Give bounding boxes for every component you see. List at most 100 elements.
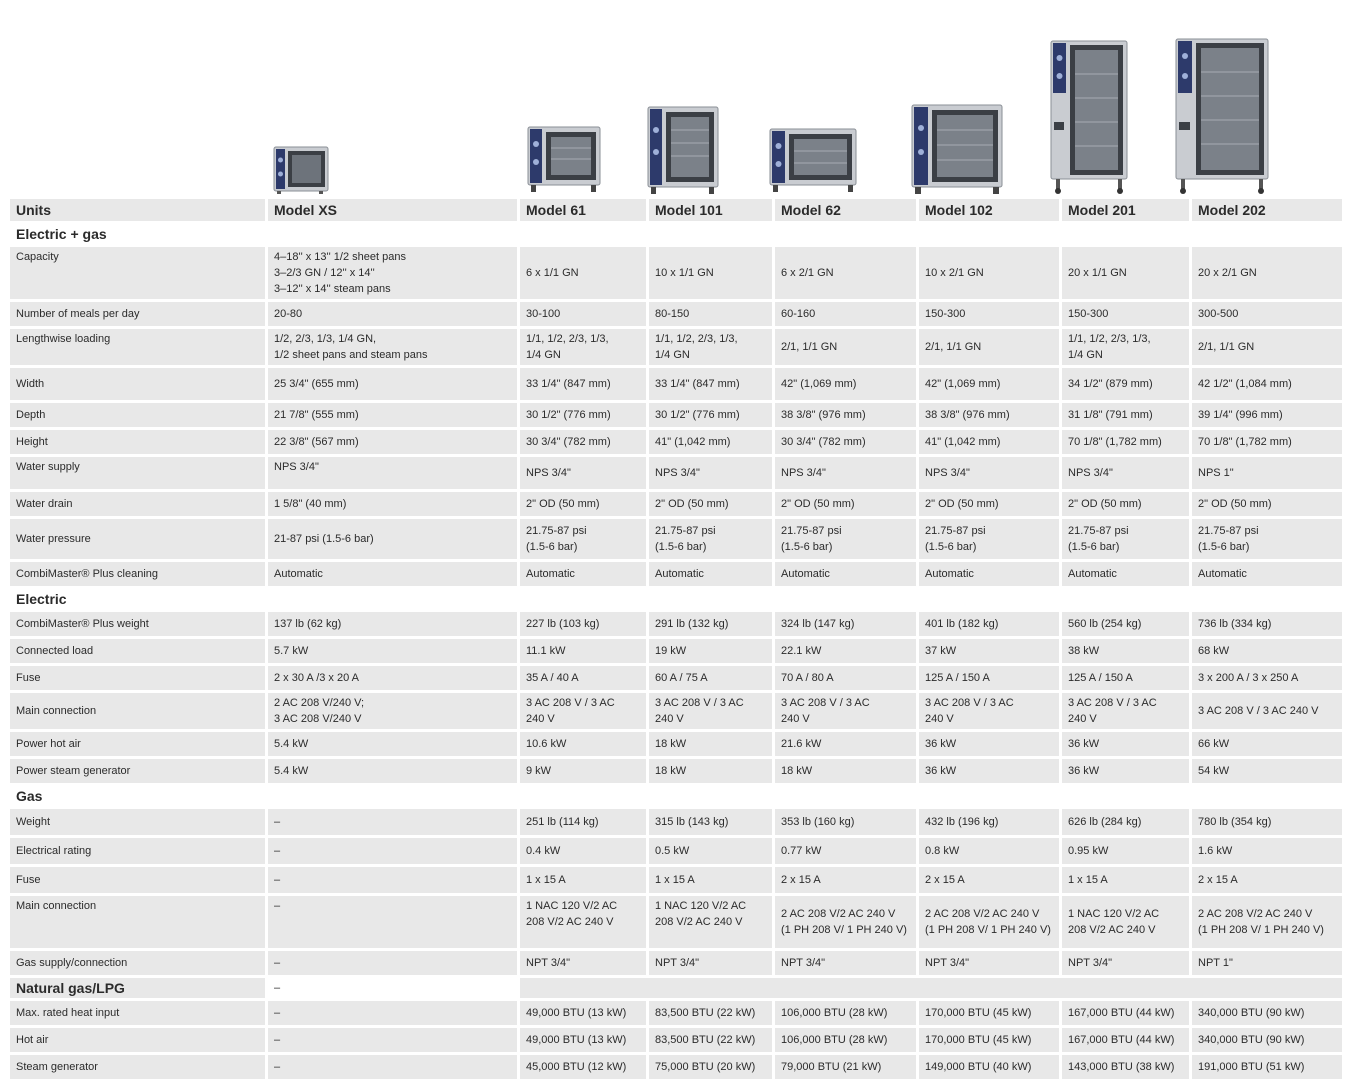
spec-value: 0.77 kW: [775, 838, 916, 864]
spec-value: 2 AC 208 V/2 AC 240 V (1 PH 208 V/ 1 PH …: [775, 896, 916, 948]
spec-value: 36 kW: [919, 732, 1059, 756]
spec-value: 33 1/4" (847 mm): [520, 368, 646, 400]
section-title: Electric + gas: [10, 224, 1342, 244]
spec-value: 5.4 kW: [268, 732, 517, 756]
spec-label: Power steam generator: [10, 759, 265, 783]
specification-table: Units Model XS Model 61 Model 101 Model 62 Mo…: [7, 196, 1345, 1082]
spec-value: 36 kW: [919, 759, 1059, 783]
spec-value: 70 1/8" (1,782 mm): [1192, 430, 1342, 454]
spec-value: 150-300: [1062, 302, 1189, 326]
spec-value: 1 5/8" (40 mm): [268, 492, 517, 516]
spec-value: 60 A / 75 A: [649, 666, 772, 690]
spec-value: NPS 3/4": [919, 457, 1059, 489]
model-header: Model 61: [520, 199, 646, 221]
spec-value: 170,000 BTU (45 kW): [919, 1001, 1059, 1025]
spec-value: 39 1/4" (996 mm): [1192, 403, 1342, 427]
spec-value: –: [268, 867, 517, 893]
spec-label: CombiMaster® Plus weight: [10, 612, 265, 636]
spec-value: 70 A / 80 A: [775, 666, 916, 690]
spec-value: 2 x 30 A /3 x 20 A: [268, 666, 517, 690]
spec-row: Weight –251 lb (114 kg) 315 lb (143 kg) 353…: [10, 809, 1342, 835]
spec-value: 401 lb (182 kg): [919, 612, 1059, 636]
spec-value: 35 A / 40 A: [520, 666, 646, 690]
spec-row: Capacity 4–18'' x 13'' 1/2 sheet pans 3–2…: [10, 247, 1342, 299]
spec-label: Connected load: [10, 639, 265, 663]
spec-value: 2/1, 1/1 GN: [919, 329, 1059, 365]
spec-value: 149,000 BTU (40 kW): [919, 1055, 1059, 1079]
spec-row: Electrical rating –0.4 kW 0.5 kW 0.77 kW 0.8…: [10, 838, 1342, 864]
spec-label: Capacity: [10, 247, 265, 299]
model-header: Model 101: [649, 199, 772, 221]
spec-value: 10 x 1/1 GN: [649, 247, 772, 299]
section-title: Natural gas/LPG: [10, 978, 265, 998]
oven-xs-image: [273, 146, 329, 194]
spec-value: 42" (1,069 mm): [919, 368, 1059, 400]
spec-row: Fuse 2 x 30 A /3 x 20 A 35 A / 40 A 60 A / …: [10, 666, 1342, 690]
spec-row: CombiMaster® Plus weight 137 lb (62 kg) 22…: [10, 612, 1342, 636]
spec-label: Max. rated heat input: [10, 1001, 265, 1025]
spec-label: Weight: [10, 809, 265, 835]
spec-value: –: [268, 896, 517, 948]
spec-value: 191,000 BTU (51 kW): [1192, 1055, 1342, 1079]
spec-row: Width 25 3/4" (655 mm) 33 1/4" (847 mm) 33 …: [10, 368, 1342, 400]
spec-value: 10.6 kW: [520, 732, 646, 756]
spec-row: Height 22 3/8" (567 mm) 30 3/4" (782 mm) 41…: [10, 430, 1342, 454]
spec-value: –: [268, 838, 517, 864]
spec-row: Max. rated heat input –49,000 BTU (13 kW)…: [10, 1001, 1342, 1025]
spec-value: 70 1/8" (1,782 mm): [1062, 430, 1189, 454]
spec-label: Lengthwise loading: [10, 329, 265, 365]
spec-value: –: [268, 1028, 517, 1052]
spec-value: 41" (1,042 mm): [649, 430, 772, 454]
product-images: [0, 0, 1355, 194]
spec-value: 11.1 kW: [520, 639, 646, 663]
spec-value: 143,000 BTU (38 kW): [1062, 1055, 1189, 1079]
spec-row: Main connection 2 AC 208 V/240 V; 3 AC 20…: [10, 693, 1342, 729]
spec-label: Width: [10, 368, 265, 400]
spec-value: 324 lb (147 kg): [775, 612, 916, 636]
spec-label: Height: [10, 430, 265, 454]
spec-value: 4–18'' x 13'' 1/2 sheet pans 3–2/3 GN / …: [268, 247, 517, 299]
spec-value: 6 x 1/1 GN: [520, 247, 646, 299]
spec-value: 9 kW: [520, 759, 646, 783]
spec-label: Gas supply/connection: [10, 951, 265, 975]
spec-row: Main connection –1 NAC 120 V/2 AC 208 V/2…: [10, 896, 1342, 948]
spec-value: 21.75-87 psi (1.5-6 bar): [1192, 519, 1342, 559]
section-title: Gas: [10, 786, 1342, 806]
spec-value: 2/1, 1/1 GN: [775, 329, 916, 365]
spec-value: 3 AC 208 V / 3 AC 240 V: [775, 693, 916, 729]
spec-value: 21.75-87 psi (1.5-6 bar): [520, 519, 646, 559]
spec-value: 75,000 BTU (20 kW): [649, 1055, 772, 1079]
spec-row: Depth 21 7/8" (555 mm) 30 1/2" (776 mm) 30 …: [10, 403, 1342, 427]
spec-label: Depth: [10, 403, 265, 427]
spec-label: CombiMaster® Plus cleaning: [10, 562, 265, 586]
spec-value: NPT 3/4": [919, 951, 1059, 975]
spec-value: 1/1, 1/2, 2/3, 1/3, 1/4 GN: [520, 329, 646, 365]
spec-value: 37 kW: [919, 639, 1059, 663]
spec-value: 79,000 BTU (21 kW): [775, 1055, 916, 1079]
spec-value: 2" OD (50 mm): [1062, 492, 1189, 516]
spec-value: 0.4 kW: [520, 838, 646, 864]
spec-value: 1/1, 1/2, 2/3, 1/3, 1/4 GN: [649, 329, 772, 365]
spec-value: 0.95 kW: [1062, 838, 1189, 864]
spec-value: NPT 3/4": [775, 951, 916, 975]
spec-value: Automatic: [775, 562, 916, 586]
spec-value: 3 AC 208 V / 3 AC 240 V: [1062, 693, 1189, 729]
spec-value: 125 A / 150 A: [1062, 666, 1189, 690]
oven-101-image: [647, 106, 719, 194]
model-header: Model 62: [775, 199, 916, 221]
spec-value: 2" OD (50 mm): [649, 492, 772, 516]
spec-value: 2" OD (50 mm): [919, 492, 1059, 516]
spec-label: Water supply: [10, 457, 265, 489]
spec-label: Fuse: [10, 867, 265, 893]
spec-value: 38 3/8" (976 mm): [775, 403, 916, 427]
spec-value: NPT 3/4": [1062, 951, 1189, 975]
spec-row: Number of meals per day 20-80 30-100 80-15…: [10, 302, 1342, 326]
spec-row: Water supply NPS 3/4" NPS 3/4" NPS 3/4" NPS …: [10, 457, 1342, 489]
spec-value: 1 x 15 A: [520, 867, 646, 893]
spec-value: 45,000 BTU (12 kW): [520, 1055, 646, 1079]
header-row: Units Model XS Model 61 Model 101 Model 62 Mo…: [10, 199, 1342, 221]
spec-value: 38 kW: [1062, 639, 1189, 663]
spec-value: 167,000 BTU (44 kW): [1062, 1001, 1189, 1025]
spec-label: Electrical rating: [10, 838, 265, 864]
spec-value: 21 7/8" (555 mm): [268, 403, 517, 427]
